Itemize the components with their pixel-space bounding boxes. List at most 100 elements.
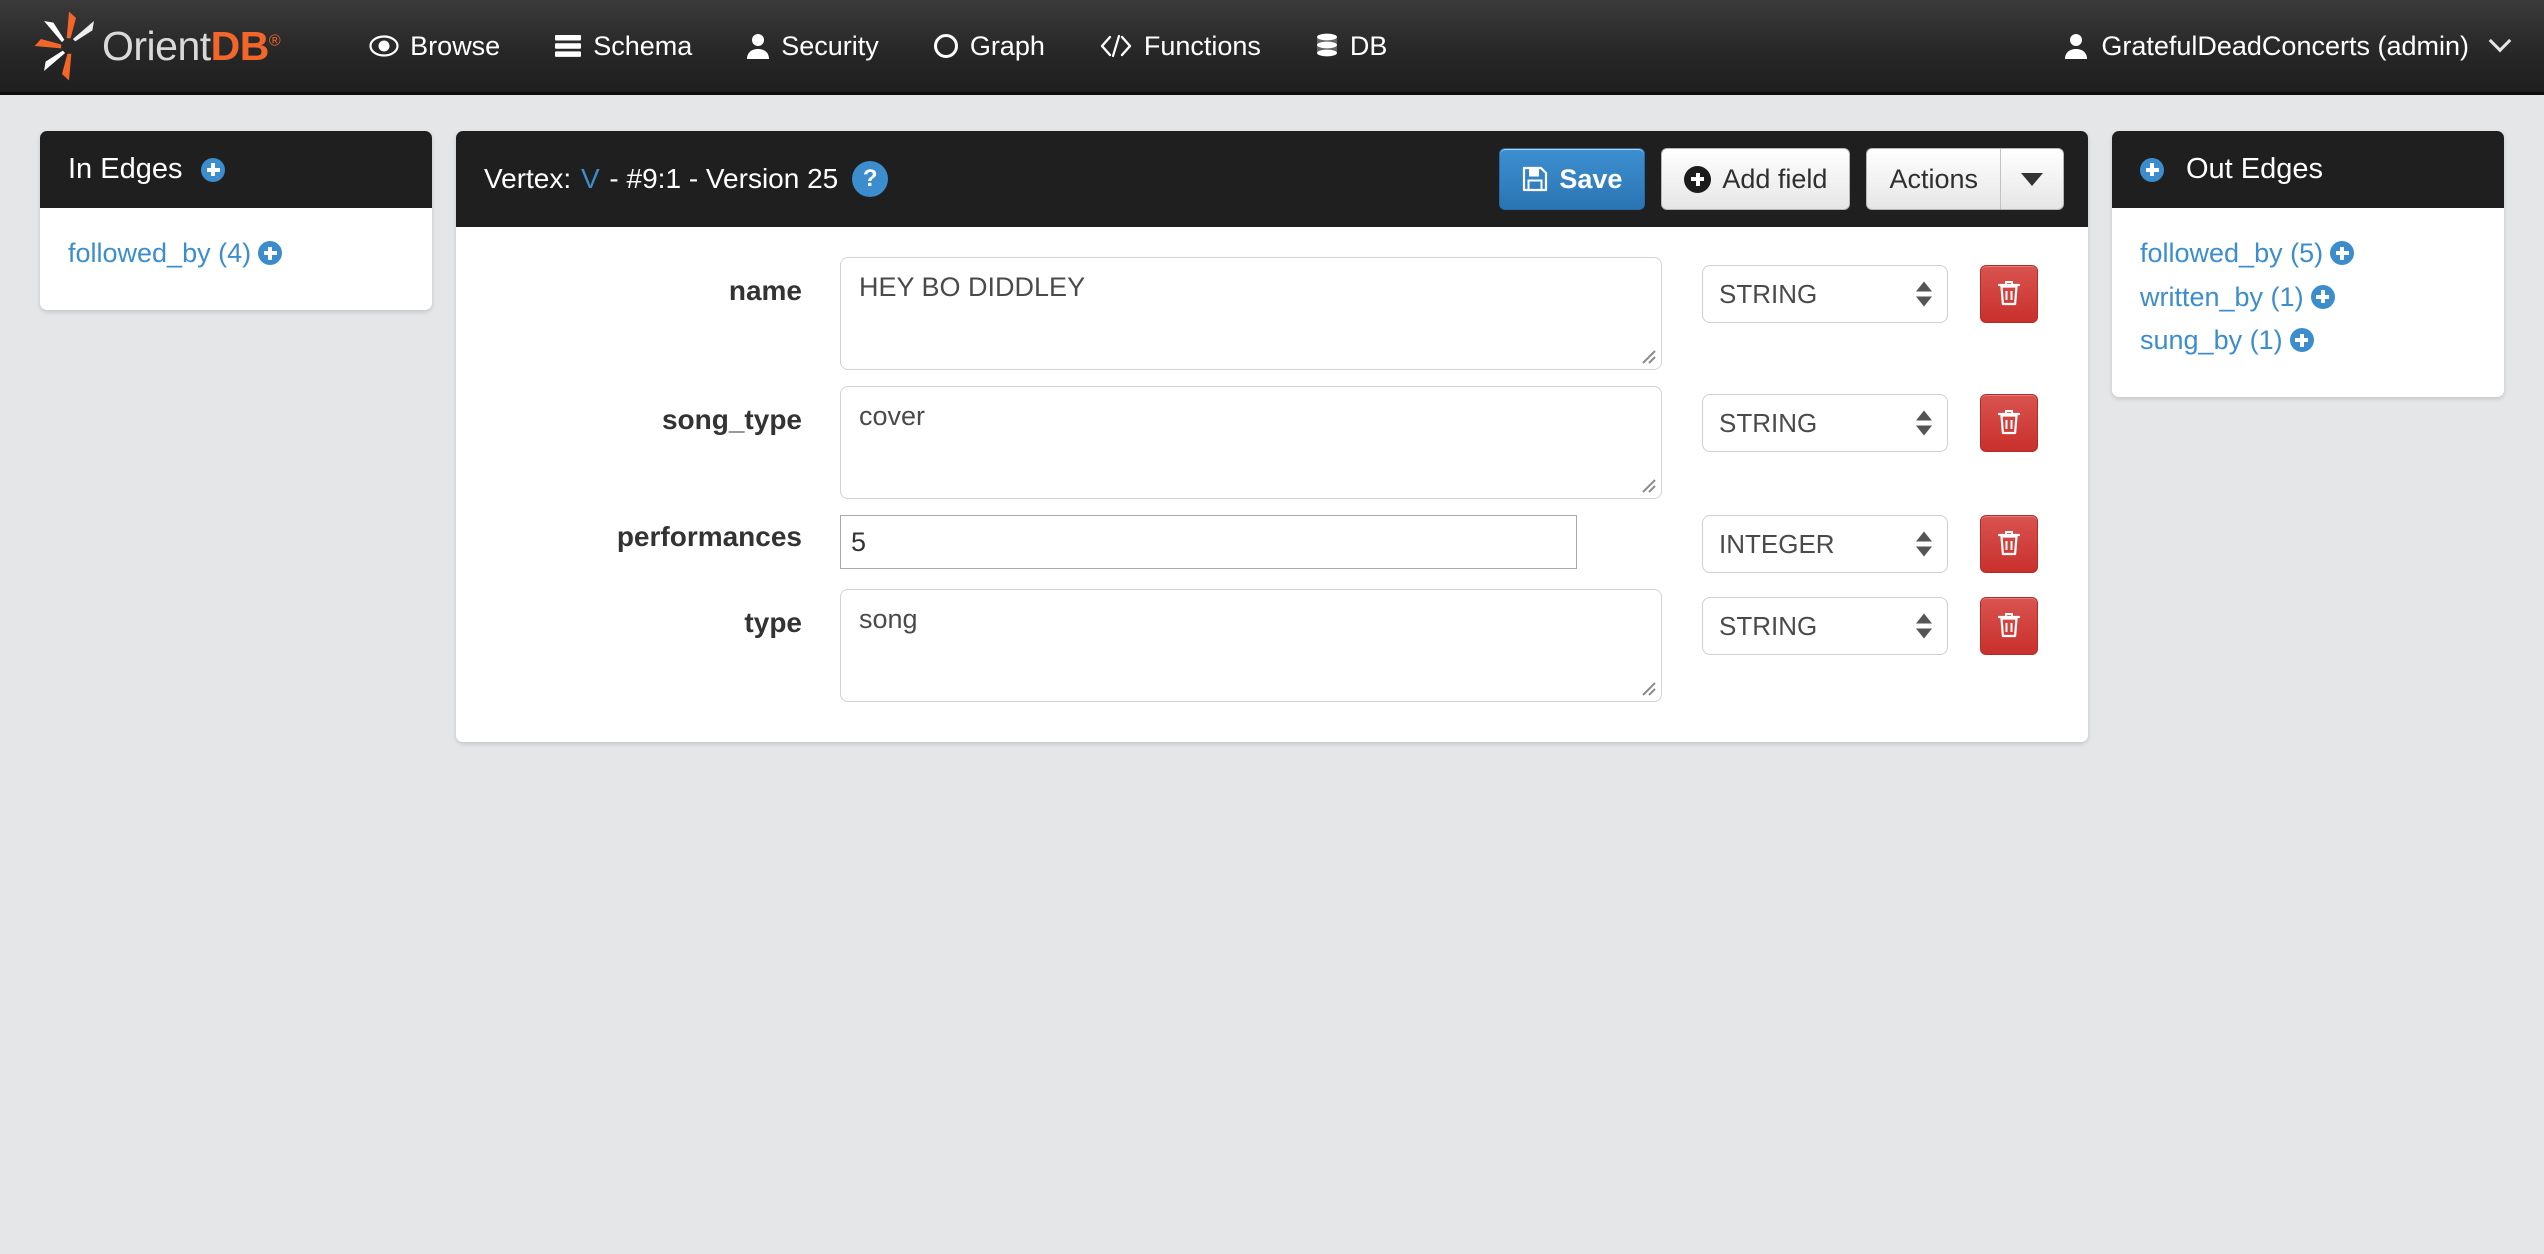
field-label: song_type xyxy=(500,386,840,436)
out-edges-column: Out Edges followed_by (5) written_by (1)… xyxy=(2112,131,2504,397)
floppy-disk-icon xyxy=(1522,166,1548,192)
out-edge-label: followed_by (5) xyxy=(2140,238,2323,268)
database-icon xyxy=(1315,33,1339,59)
field-value-input[interactable]: HEY BO DIDDLEY xyxy=(840,257,1662,370)
field-type-select[interactable]: INTEGER xyxy=(1702,515,1948,573)
nav-item-label: Functions xyxy=(1144,0,1261,92)
expand-in-edge-icon[interactable] xyxy=(258,241,282,265)
record-editor-header: Vertex: V - #9:1 - Version 25 ? Save Add… xyxy=(456,131,2088,227)
expand-out-edge-icon[interactable] xyxy=(2290,328,2314,352)
nav-item-graph[interactable]: Graph xyxy=(906,0,1072,92)
field-label: type xyxy=(500,589,840,639)
out-edges-body: followed_by (5) written_by (1) sung_by (… xyxy=(2112,208,2504,397)
nav-item-label: DB xyxy=(1350,0,1388,92)
trash-icon xyxy=(1996,611,2022,642)
record-toolbar: Save Add field Actions xyxy=(1499,148,2064,210)
actions-button-group: Actions xyxy=(1866,148,2064,210)
save-button-label: Save xyxy=(1559,164,1622,195)
field-value-input[interactable]: cover xyxy=(840,386,1662,499)
add-in-edge-icon[interactable] xyxy=(201,158,225,182)
nav-item-label: Security xyxy=(781,0,879,92)
field-delete-wrap xyxy=(1980,386,2038,452)
chevron-down-icon xyxy=(2489,30,2512,53)
field-row-name: name HEY BO DIDDLEY STRING xyxy=(500,257,2038,370)
out-edge-item[interactable]: written_by (1) xyxy=(2140,276,2476,320)
field-type-select[interactable]: STRING xyxy=(1702,597,1948,655)
user-icon xyxy=(746,33,770,59)
actions-button-label: Actions xyxy=(1889,164,1978,195)
nav-item-db[interactable]: DB xyxy=(1288,0,1415,92)
user-menu-label: GratefulDeadConcerts (admin) xyxy=(2101,31,2469,62)
nav-item-label: Graph xyxy=(970,0,1045,92)
navbar-right: GratefulDeadConcerts (admin) xyxy=(2064,0,2544,92)
field-delete-wrap xyxy=(1980,257,2038,323)
field-type-select[interactable]: STRING xyxy=(1702,394,1948,452)
record-rid: #9:1 xyxy=(627,163,682,195)
actions-button[interactable]: Actions xyxy=(1866,148,2001,210)
field-label: name xyxy=(500,257,840,307)
field-label: performances xyxy=(500,515,840,553)
field-value-input[interactable]: song xyxy=(840,589,1662,702)
field-row-type: type song STRING xyxy=(500,589,2038,702)
delete-field-button[interactable] xyxy=(1980,394,2038,452)
save-button[interactable]: Save xyxy=(1499,148,1645,210)
actions-dropdown-toggle[interactable] xyxy=(2001,148,2064,210)
field-delete-wrap xyxy=(1980,515,2038,573)
delete-field-button[interactable] xyxy=(1980,265,2038,323)
record-title-prefix: Vertex: xyxy=(484,163,571,195)
field-value-wrap: song xyxy=(840,589,1662,702)
out-edges-panel: Out Edges followed_by (5) written_by (1)… xyxy=(2112,131,2504,397)
add-field-button-label: Add field xyxy=(1722,164,1827,195)
trash-icon xyxy=(1996,529,2022,560)
user-menu[interactable]: GratefulDeadConcerts (admin) xyxy=(2064,0,2508,92)
in-edges-column: In Edges followed_by (4) xyxy=(40,131,432,310)
nav-item-label: Browse xyxy=(410,0,500,92)
field-row-performances: performances INTEGER xyxy=(500,515,2038,573)
delete-field-button[interactable] xyxy=(1980,515,2038,573)
plus-circle-icon xyxy=(1684,166,1711,193)
in-edges-title: In Edges xyxy=(68,153,182,186)
record-editor-column: Vertex: V - #9:1 - Version 25 ? Save Add… xyxy=(456,131,2088,742)
record-sep-1: - xyxy=(609,163,618,195)
in-edges-panel: In Edges followed_by (4) xyxy=(40,131,432,310)
field-type-select[interactable]: STRING xyxy=(1702,265,1948,323)
eye-icon xyxy=(369,35,399,57)
trash-icon xyxy=(1996,279,2022,310)
field-row-song-type: song_type cover STRING xyxy=(500,386,2038,499)
in-edge-item[interactable]: followed_by (4) xyxy=(68,232,404,276)
user-icon xyxy=(2064,33,2088,59)
primary-nav: Browse Schema Security Graph Functions xyxy=(342,0,1414,92)
server-stack-icon xyxy=(554,34,582,58)
in-edges-body: followed_by (4) xyxy=(40,208,432,310)
delete-field-button[interactable] xyxy=(1980,597,2038,655)
add-out-edge-icon[interactable] xyxy=(2140,158,2164,182)
field-value-wrap xyxy=(840,515,1662,569)
out-edge-item[interactable]: followed_by (5) xyxy=(2140,232,2476,276)
field-type-wrap: INTEGER xyxy=(1702,515,1948,573)
field-type-wrap: STRING xyxy=(1702,386,1948,452)
in-edges-header: In Edges xyxy=(40,131,432,208)
nav-item-schema[interactable]: Schema xyxy=(527,0,719,92)
code-brackets-icon xyxy=(1099,34,1133,58)
nav-item-browse[interactable]: Browse xyxy=(342,0,527,92)
out-edges-title: Out Edges xyxy=(2186,153,2323,186)
field-value-input[interactable] xyxy=(840,515,1577,569)
add-field-button[interactable]: Add field xyxy=(1661,148,1850,210)
brand-logo-link[interactable]: OrientDB® xyxy=(30,0,308,92)
in-edge-label: followed_by (4) xyxy=(68,238,251,268)
expand-out-edge-icon[interactable] xyxy=(2330,241,2354,265)
brand-text-primary: Orient xyxy=(102,23,211,69)
help-icon[interactable]: ? xyxy=(852,161,888,197)
out-edge-item[interactable]: sung_by (1) xyxy=(2140,319,2476,363)
record-class-link[interactable]: V xyxy=(581,163,600,195)
out-edge-label: written_by (1) xyxy=(2140,282,2304,312)
field-value-wrap: cover xyxy=(840,386,1662,499)
record-sep-2: - xyxy=(689,163,698,195)
nav-item-functions[interactable]: Functions xyxy=(1072,0,1288,92)
nav-item-security[interactable]: Security xyxy=(719,0,906,92)
expand-out-edge-icon[interactable] xyxy=(2311,285,2335,309)
field-type-wrap: STRING xyxy=(1702,257,1948,323)
circle-icon xyxy=(933,33,959,59)
record-title: Vertex: V - #9:1 - Version 25 ? xyxy=(484,161,888,197)
top-navbar: OrientDB® Browse Schema Security xyxy=(0,0,2544,95)
